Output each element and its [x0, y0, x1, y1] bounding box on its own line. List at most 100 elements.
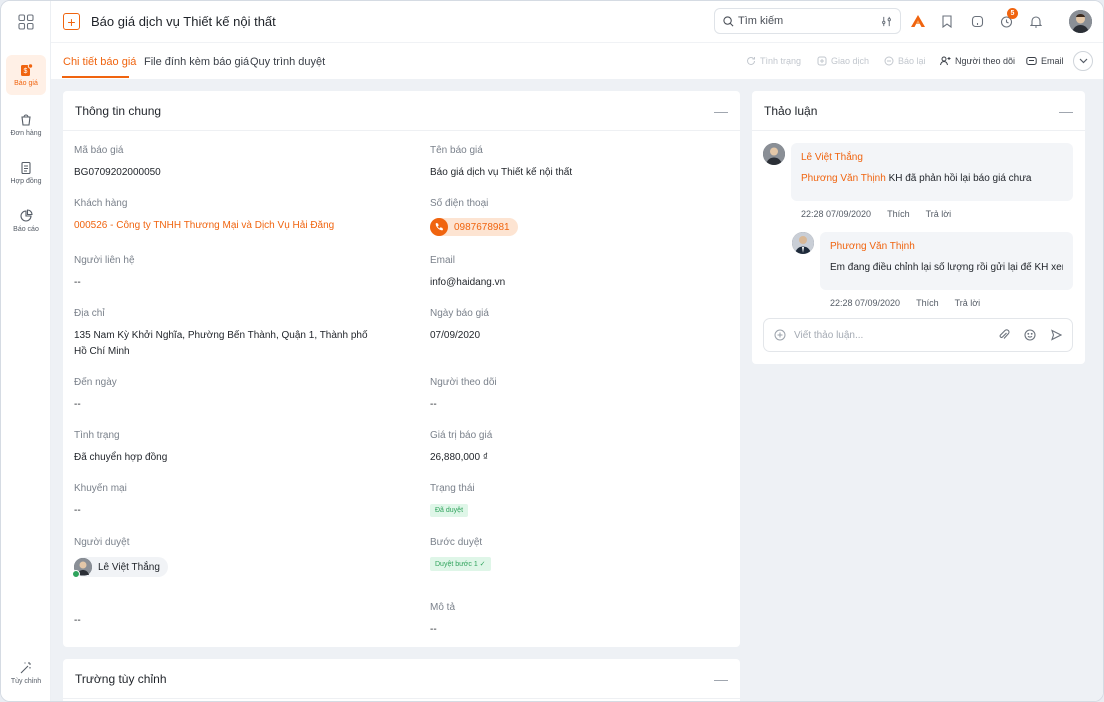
field-to-date: Đến ngày --: [74, 377, 117, 410]
email-icon: [1026, 57, 1037, 65]
comment-text: Phương Văn Thịnh KH đã phản hồi lại báo …: [801, 173, 1032, 184]
header: + Báo giá dịch vụ Thiết kế nội thất Tìm …: [51, 1, 1103, 43]
transaction-action[interactable]: Giao dịch: [817, 56, 869, 66]
attach-icon[interactable]: [998, 329, 1010, 341]
tab-quote-detail[interactable]: Chi tiết báo giá: [63, 56, 136, 68]
comment-bubble: Phương Văn Thịnh Em đang điều chỉnh lại …: [820, 232, 1073, 290]
field-state: Trạng thái Đã duyệt: [430, 483, 475, 517]
page-title: Báo giá dịch vụ Thiết kế nội thất: [91, 14, 276, 29]
mention-link[interactable]: Phương Văn Thịnh: [801, 173, 886, 184]
comment-composer: Viết thảo luận...: [763, 318, 1073, 352]
card-title: Thông tin chung: [75, 103, 162, 118]
app-window: $ Báo giá Đơn hàng Hợp đồng Báo cáo Tùy …: [0, 0, 1104, 702]
card-title: Thảo luận: [764, 103, 818, 118]
search-box[interactable]: Tìm kiếm: [714, 8, 901, 34]
comment-input[interactable]: Viết thảo luận...: [794, 330, 984, 341]
avatar: [792, 232, 814, 254]
field-condition: Tình trạng Đã chuyển hợp đồng: [74, 430, 168, 463]
general-info-card: Thông tin chung — Mã báo giá BG070920200…: [63, 91, 740, 647]
field-quote-date: Ngày báo giá 07/09/2020: [430, 308, 489, 341]
tab-approval-process[interactable]: Quy trình duyệt: [250, 56, 325, 68]
field-description: Mô tả --: [430, 602, 456, 635]
add-circle-icon[interactable]: [774, 329, 786, 341]
custom-fields-card: Trường tùy chỉnh —: [63, 659, 740, 701]
bell-icon[interactable]: [1027, 12, 1045, 30]
sidebar: $ Báo giá Đơn hàng Hợp đồng Báo cáo Tùy …: [1, 1, 51, 701]
sidebar-item-order[interactable]: Đơn hàng: [6, 105, 46, 145]
field-email: Email info@haidang.vn: [430, 255, 506, 288]
customer-link[interactable]: 000526 - Công ty TNHH Thương Mại và Dịch…: [74, 218, 334, 234]
more-actions-button[interactable]: [1073, 51, 1093, 71]
filter-sliders-icon[interactable]: [881, 16, 892, 27]
field-follower: Người theo dõi --: [430, 377, 497, 410]
sidebar-item-report[interactable]: Báo cáo: [6, 201, 46, 241]
email-action[interactable]: Email: [1026, 56, 1064, 66]
refresh-icon: [747, 56, 755, 65]
field-phone: Số điện thoại 0987678981: [430, 198, 518, 236]
user-avatar[interactable]: [1069, 10, 1092, 33]
sidebar-item-label: Đơn hàng: [10, 130, 42, 137]
discussion-card: Thảo luận — Lê Việt Thắng Phương Văn Thị…: [752, 91, 1085, 364]
comment-text: Em đang điều chỉnh lại số lượng rồi gửi …: [830, 262, 1063, 273]
send-icon[interactable]: [1050, 329, 1062, 341]
field-quote-code: Mã báo giá BG0709202000050: [74, 145, 161, 178]
apps-grid-icon[interactable]: [18, 14, 34, 30]
comment-bubble: Lê Việt Thắng Phương Văn Thịnh KH đã phả…: [791, 143, 1073, 201]
phone-call-button[interactable]: 0987678981: [430, 218, 518, 236]
report-back-action[interactable]: Báo lại: [884, 56, 926, 66]
comment-time: 22:28 07/09/2020: [830, 298, 901, 308]
svg-text:$: $: [24, 68, 28, 75]
sidebar-item-quote[interactable]: $ Báo giá: [6, 55, 46, 95]
collapse-icon[interactable]: —: [714, 671, 728, 687]
collapse-icon[interactable]: —: [1059, 103, 1073, 119]
status-badge: Đã duyệt: [430, 504, 469, 517]
field-amount: Giá trị báo giá 26,880,000 ₫: [430, 430, 493, 463]
reply-button[interactable]: Trả lời: [955, 298, 981, 308]
transaction-icon: [817, 56, 827, 66]
magic-wand-icon: [20, 662, 31, 674]
bookmark-icon[interactable]: [938, 12, 956, 30]
collapse-icon[interactable]: —: [714, 103, 728, 119]
home-icon[interactable]: [968, 12, 986, 30]
field-contact: Người liên hệ --: [74, 255, 135, 288]
comment-author[interactable]: Phương Văn Thịnh: [830, 241, 1063, 252]
sidebar-item-label: Tùy chỉnh: [10, 678, 42, 685]
comment-author[interactable]: Lê Việt Thắng: [801, 152, 1063, 163]
emoji-icon[interactable]: [1024, 329, 1036, 341]
follower-action[interactable]: Người theo dõi: [940, 56, 1015, 66]
comment-meta: 22:28 07/09/2020 Thích Trả lời: [830, 298, 980, 308]
order-icon: [21, 114, 31, 126]
field-approval-step: Bước duyệt Duyệt bước 1 ✓: [430, 537, 491, 571]
minus-circle-icon: [884, 56, 894, 66]
status-action[interactable]: Tình trạng: [746, 56, 801, 66]
active-tab-indicator: [62, 76, 129, 78]
sidebar-item-label: Báo cáo: [13, 226, 39, 233]
tab-attachments[interactable]: File đính kèm báo giá: [144, 56, 249, 68]
field-address: Địa chỉ 135 Nam Kỳ Khởi Nghĩa, Phường Bế…: [74, 308, 368, 357]
brand-logo-icon[interactable]: [909, 12, 927, 30]
approval-step-badge: Duyệt bước 1 ✓: [430, 557, 491, 571]
sidebar-item-customize[interactable]: Tùy chỉnh: [6, 653, 46, 693]
notification-badge: 5: [1007, 8, 1018, 19]
search-input[interactable]: Tìm kiếm: [738, 15, 881, 27]
field-extra: --: [74, 615, 81, 626]
avatar: [763, 143, 785, 165]
like-button[interactable]: Thích: [887, 209, 910, 219]
approver-chip[interactable]: Lê Việt Thắng: [72, 557, 168, 578]
avatar: [72, 558, 92, 578]
field-promotion: Khuyến mại --: [74, 483, 127, 516]
add-icon[interactable]: +: [63, 13, 80, 30]
tabs-bar: Chi tiết báo giá File đính kèm báo giá Q…: [51, 43, 1103, 79]
reply-button[interactable]: Trả lời: [926, 209, 952, 219]
comment-time: 22:28 07/09/2020: [801, 209, 872, 219]
field-quote-name: Tên báo giá Báo giá dịch vụ Thiết kế nội…: [430, 145, 573, 178]
add-person-icon: [940, 56, 951, 66]
sidebar-item-contract[interactable]: Hợp đồng: [6, 153, 46, 193]
activity-icon[interactable]: 5: [997, 8, 1018, 30]
like-button[interactable]: Thích: [916, 298, 939, 308]
content-area: Thông tin chung — Mã báo giá BG070920200…: [51, 79, 1103, 701]
report-icon: [20, 209, 33, 222]
card-title: Trường tùy chỉnh: [75, 671, 167, 686]
field-approver: Người duyệt Lê Việt Thắng: [72, 537, 168, 579]
sidebar-item-label: Hợp đồng: [10, 178, 42, 185]
